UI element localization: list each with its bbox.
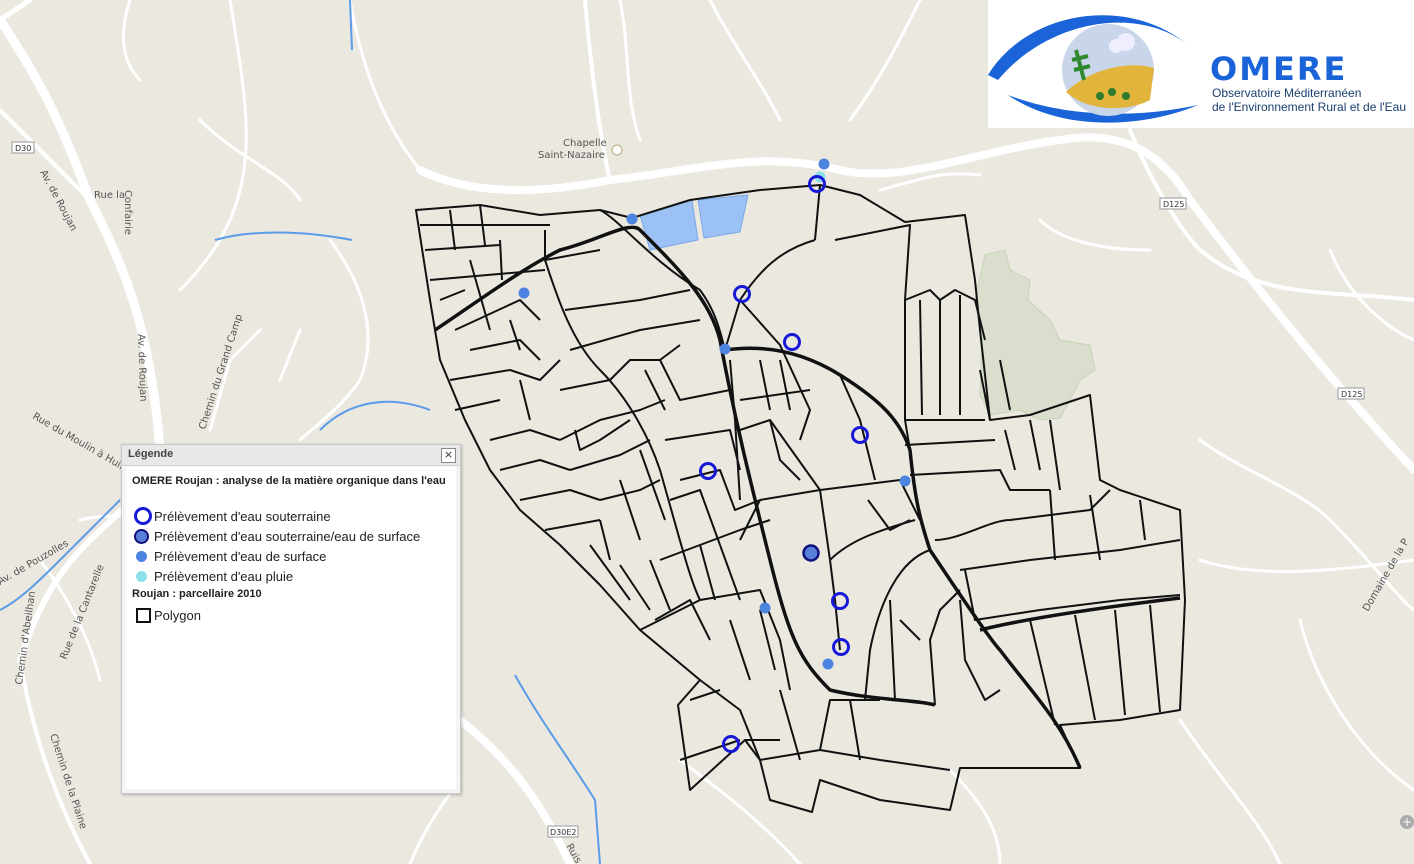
legend-header[interactable]: Légende × [122,445,460,466]
surface-water-point[interactable] [899,475,911,487]
close-icon[interactable]: × [441,448,456,463]
road-shield-d30e2: D30E2 [550,828,576,837]
label-saint-nazaire: Saint-Nazaire [538,150,605,161]
surface-water-point[interactable] [759,602,771,614]
legend-group-title: Roujan : parcellaire 2010 [132,588,262,600]
legend-item: Polygon [134,606,201,624]
church-icon [611,144,623,156]
legend-item: Prélèvement d'eau souterraine [134,507,331,525]
rain-water-dot-icon [136,570,147,582]
legend-item: Prélèvement d'eau de surface [134,547,326,565]
mixed-water-point[interactable] [802,544,820,562]
legend-item-label: Prélèvement d'eau souterraine/eau de sur… [154,528,421,544]
surface-water-point[interactable] [626,213,638,225]
zoom-in-button[interactable]: + [1400,815,1414,829]
logo-subtitle-line1: Observatoire Méditerranéen [1212,86,1362,100]
polygon-square-icon [136,607,151,623]
surface-water-point[interactable] [822,658,834,670]
surface-water-point[interactable] [719,343,731,355]
legend-item-label: Prélèvement d'eau souterraine [154,508,331,524]
omere-logo: OMERE Observatoire Méditerranéen de l'En… [988,0,1414,128]
legend-item: Prélèvement d'eau pluie [134,567,293,585]
legend-item-label: Polygon [154,607,201,623]
ground-water-ring-icon [134,507,152,525]
road-shield-d125: D125 [1341,390,1362,399]
mixed-water-dot-icon [134,528,149,544]
legend-body: OMERE Roujan : analyse de la matière org… [126,467,456,789]
legend-panel[interactable]: Légende × OMERE Roujan : analyse de la m… [121,444,461,794]
logo-title: OMERE [1210,50,1348,88]
surface-water-point[interactable] [818,158,830,170]
label-confairie: Confairie [122,190,133,235]
label-chapelle: Chapelle [563,138,607,149]
legend-title: Légende [128,448,174,460]
legend-item-label: Prélèvement d'eau de surface [154,548,327,564]
logo-subtitle-line2: de l'Environnement Rural et de l'Eau [1212,100,1407,114]
road-shield-d125: D125 [1163,200,1184,209]
label-rue-la: Rue la [94,190,125,201]
surface-water-point[interactable] [518,287,530,299]
legend-item: Prélèvement d'eau souterraine/eau de sur… [134,527,420,545]
legend-group-title: OMERE Roujan : analyse de la matière org… [132,475,446,487]
pond [697,194,749,239]
road-shield-d30: D30 [15,144,31,153]
legend-item-label: Prélèvement d'eau pluie [154,568,294,584]
surface-water-dot-icon [136,550,147,562]
